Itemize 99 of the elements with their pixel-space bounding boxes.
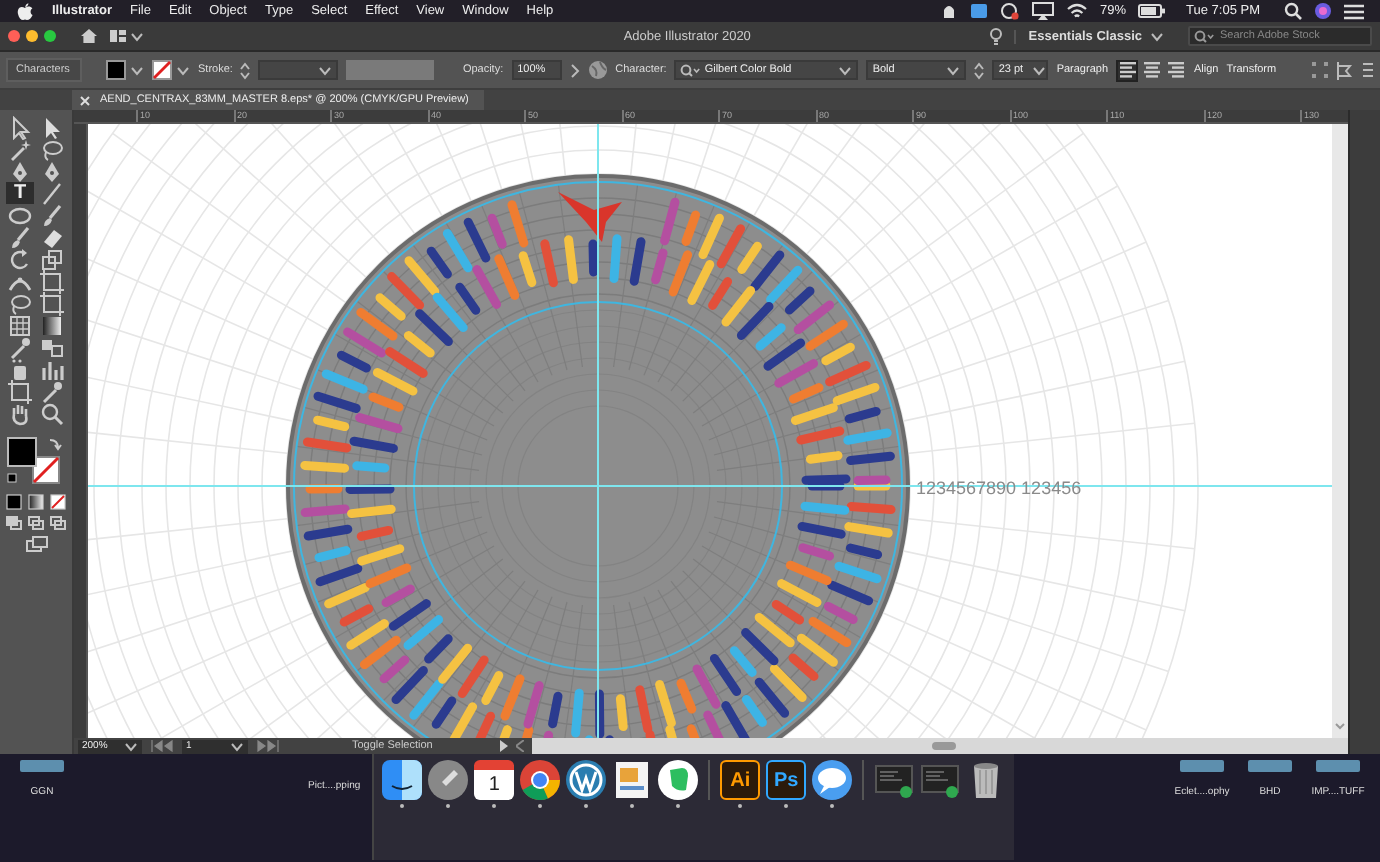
screen-mode-icon[interactable] (25, 536, 47, 552)
dropper-icon (8, 335, 32, 359)
line-icon (40, 181, 64, 205)
caret-icon[interactable] (130, 65, 144, 75)
window-thumbnail-icon[interactable] (874, 760, 915, 800)
caret-icon[interactable] (230, 741, 244, 751)
grid-icon (8, 313, 32, 337)
text-align-icon (1165, 60, 1185, 80)
close-icon[interactable] (8, 30, 20, 42)
ellipse-icon (8, 203, 32, 227)
isolate-icon[interactable] (1312, 62, 1328, 78)
calendar-app-icon[interactable]: 1 (474, 760, 515, 800)
search-icon (680, 63, 701, 77)
rotate-arrow-icon (8, 247, 32, 271)
finder-face-icon[interactable] (382, 760, 423, 800)
maximize-icon[interactable] (44, 30, 56, 42)
align-right-button[interactable] (1164, 59, 1186, 81)
horizontal-scrollbar[interactable] (532, 738, 1348, 754)
tool-button[interactable] (38, 226, 66, 248)
image-status-icon[interactable] (970, 2, 988, 20)
lasso-icon (8, 291, 32, 315)
tool-button[interactable]: T (6, 182, 34, 204)
layout-grid-icon (110, 30, 126, 42)
frame-icon (40, 291, 64, 315)
airplay-icon[interactable] (1032, 2, 1054, 20)
dropper-icon (40, 379, 64, 403)
fill-color-button[interactable] (106, 60, 144, 80)
rocket-icon[interactable] (428, 760, 469, 800)
spray-can-icon (8, 357, 32, 381)
gradient-swatch-icon[interactable] (28, 494, 44, 510)
text-align-icon (1117, 60, 1137, 80)
chevron-left-icon[interactable] (516, 740, 525, 752)
battery-icon[interactable] (1138, 4, 1167, 18)
home-icon[interactable] (80, 28, 98, 44)
blend-squares-icon (40, 335, 64, 359)
caret-icon[interactable] (124, 741, 138, 751)
last-page-icon[interactable] (256, 740, 280, 752)
caret-icon[interactable] (176, 65, 190, 75)
stroke-color-button[interactable] (152, 60, 190, 80)
globe-icon[interactable] (587, 60, 608, 80)
caret-icon[interactable] (318, 65, 333, 75)
brush-icon (8, 225, 32, 249)
play-icon[interactable] (500, 740, 509, 752)
app-icon[interactable]: Ai (720, 760, 761, 800)
brush-icon (40, 203, 64, 227)
pen-nib-icon (8, 159, 32, 183)
caret-icon[interactable] (130, 31, 144, 41)
speech-bubble-icon[interactable] (812, 760, 853, 800)
frame-icon (8, 379, 32, 403)
stepper-icon[interactable] (240, 61, 251, 79)
fill-stroke-swatches-icon[interactable] (6, 436, 66, 488)
first-page-icon[interactable] (150, 740, 174, 752)
chevron-right-icon[interactable] (569, 63, 580, 77)
align-center-button[interactable] (1140, 59, 1162, 81)
apple-logo-icon[interactable] (16, 1, 34, 21)
app-icon[interactable]: Ps (766, 760, 807, 800)
fill-swatch-icon (106, 60, 126, 80)
gradient-square-icon (40, 313, 64, 337)
caret-icon[interactable] (1150, 31, 1164, 41)
caret-icon[interactable] (1031, 65, 1046, 75)
lasso-icon (40, 137, 64, 161)
close-icon[interactable] (80, 95, 90, 105)
menu-icon[interactable] (1344, 3, 1364, 19)
no-stroke-swatch-icon (152, 60, 172, 80)
text-align-icon (1141, 60, 1161, 80)
flag-icon[interactable] (1336, 61, 1354, 79)
magnifier-icon (40, 401, 64, 425)
caret-icon[interactable] (838, 65, 853, 75)
wordpress-logo-icon[interactable] (566, 760, 607, 800)
eraser-icon (40, 225, 64, 249)
pen-nib-icon (40, 159, 64, 183)
lightbulb-icon[interactable] (990, 27, 1003, 45)
wifi-icon[interactable] (1066, 2, 1088, 20)
none-swatch-icon[interactable] (50, 494, 66, 510)
bar-graph-icon (40, 357, 64, 381)
arrange-documents-button[interactable] (110, 30, 144, 42)
calendar-day: 1 (488, 774, 500, 796)
pointer-icon (40, 115, 64, 139)
photo-pages-icon[interactable] (612, 760, 653, 800)
squares-icon (40, 247, 64, 271)
minimize-icon[interactable] (26, 30, 38, 42)
tool-button[interactable] (38, 314, 66, 336)
stepper-icon[interactable] (974, 61, 985, 79)
caret-icon[interactable] (946, 65, 961, 75)
hand-icon (8, 401, 32, 425)
frame-icon (40, 269, 64, 293)
chrome-logo-icon[interactable] (520, 760, 561, 800)
align-left-button[interactable] (1116, 59, 1138, 81)
pointer-outline-icon (8, 115, 32, 139)
stroke-weight-field[interactable] (258, 60, 339, 80)
sync-status-icon[interactable] (1000, 2, 1020, 20)
wand-icon (8, 137, 32, 161)
scroll-thumb[interactable] (932, 742, 957, 750)
color-swatch-icon[interactable] (6, 494, 22, 510)
elephant-logo-icon[interactable] (658, 760, 699, 800)
vertical-scrollbar[interactable] (1332, 124, 1348, 738)
search-icon[interactable] (1284, 2, 1302, 20)
window-thumbnail-icon[interactable] (920, 760, 961, 800)
siri-icon[interactable] (1314, 2, 1332, 20)
